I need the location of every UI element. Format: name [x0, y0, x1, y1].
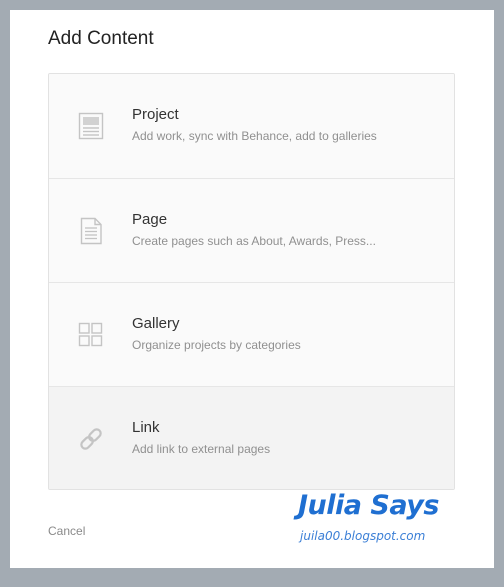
- option-link[interactable]: Link Add link to external pages: [49, 386, 454, 489]
- option-project-name: Project: [132, 106, 179, 123]
- option-gallery-name: Gallery: [132, 315, 180, 332]
- option-project[interactable]: Project Add work, sync with Behance, add…: [49, 74, 454, 177]
- watermark-title: Julia Says: [298, 490, 439, 521]
- gallery-grid-icon: [77, 321, 105, 349]
- cancel-button[interactable]: Cancel: [48, 524, 85, 538]
- project-icon: [77, 112, 105, 140]
- content-options-list: Project Add work, sync with Behance, add…: [48, 73, 455, 490]
- option-gallery[interactable]: Gallery Organize projects by categories: [49, 282, 454, 386]
- link-icon: [77, 425, 105, 453]
- dialog-title: Add Content: [48, 28, 154, 49]
- option-page-name: Page: [132, 211, 168, 228]
- option-page-description: Create pages such as About, Awards, Pres…: [132, 234, 376, 248]
- add-content-dialog: Add Content Project Add work, sync with …: [10, 10, 494, 568]
- option-project-description: Add work, sync with Behance, add to gall…: [132, 129, 377, 143]
- option-link-name: Link: [132, 419, 160, 436]
- option-gallery-description: Organize projects by categories: [132, 338, 301, 352]
- page-icon: [77, 217, 105, 245]
- watermark-url: juila00.blogspot.com: [300, 529, 426, 543]
- option-link-description: Add link to external pages: [132, 442, 271, 456]
- option-page[interactable]: Page Create pages such as About, Awards,…: [49, 178, 454, 282]
